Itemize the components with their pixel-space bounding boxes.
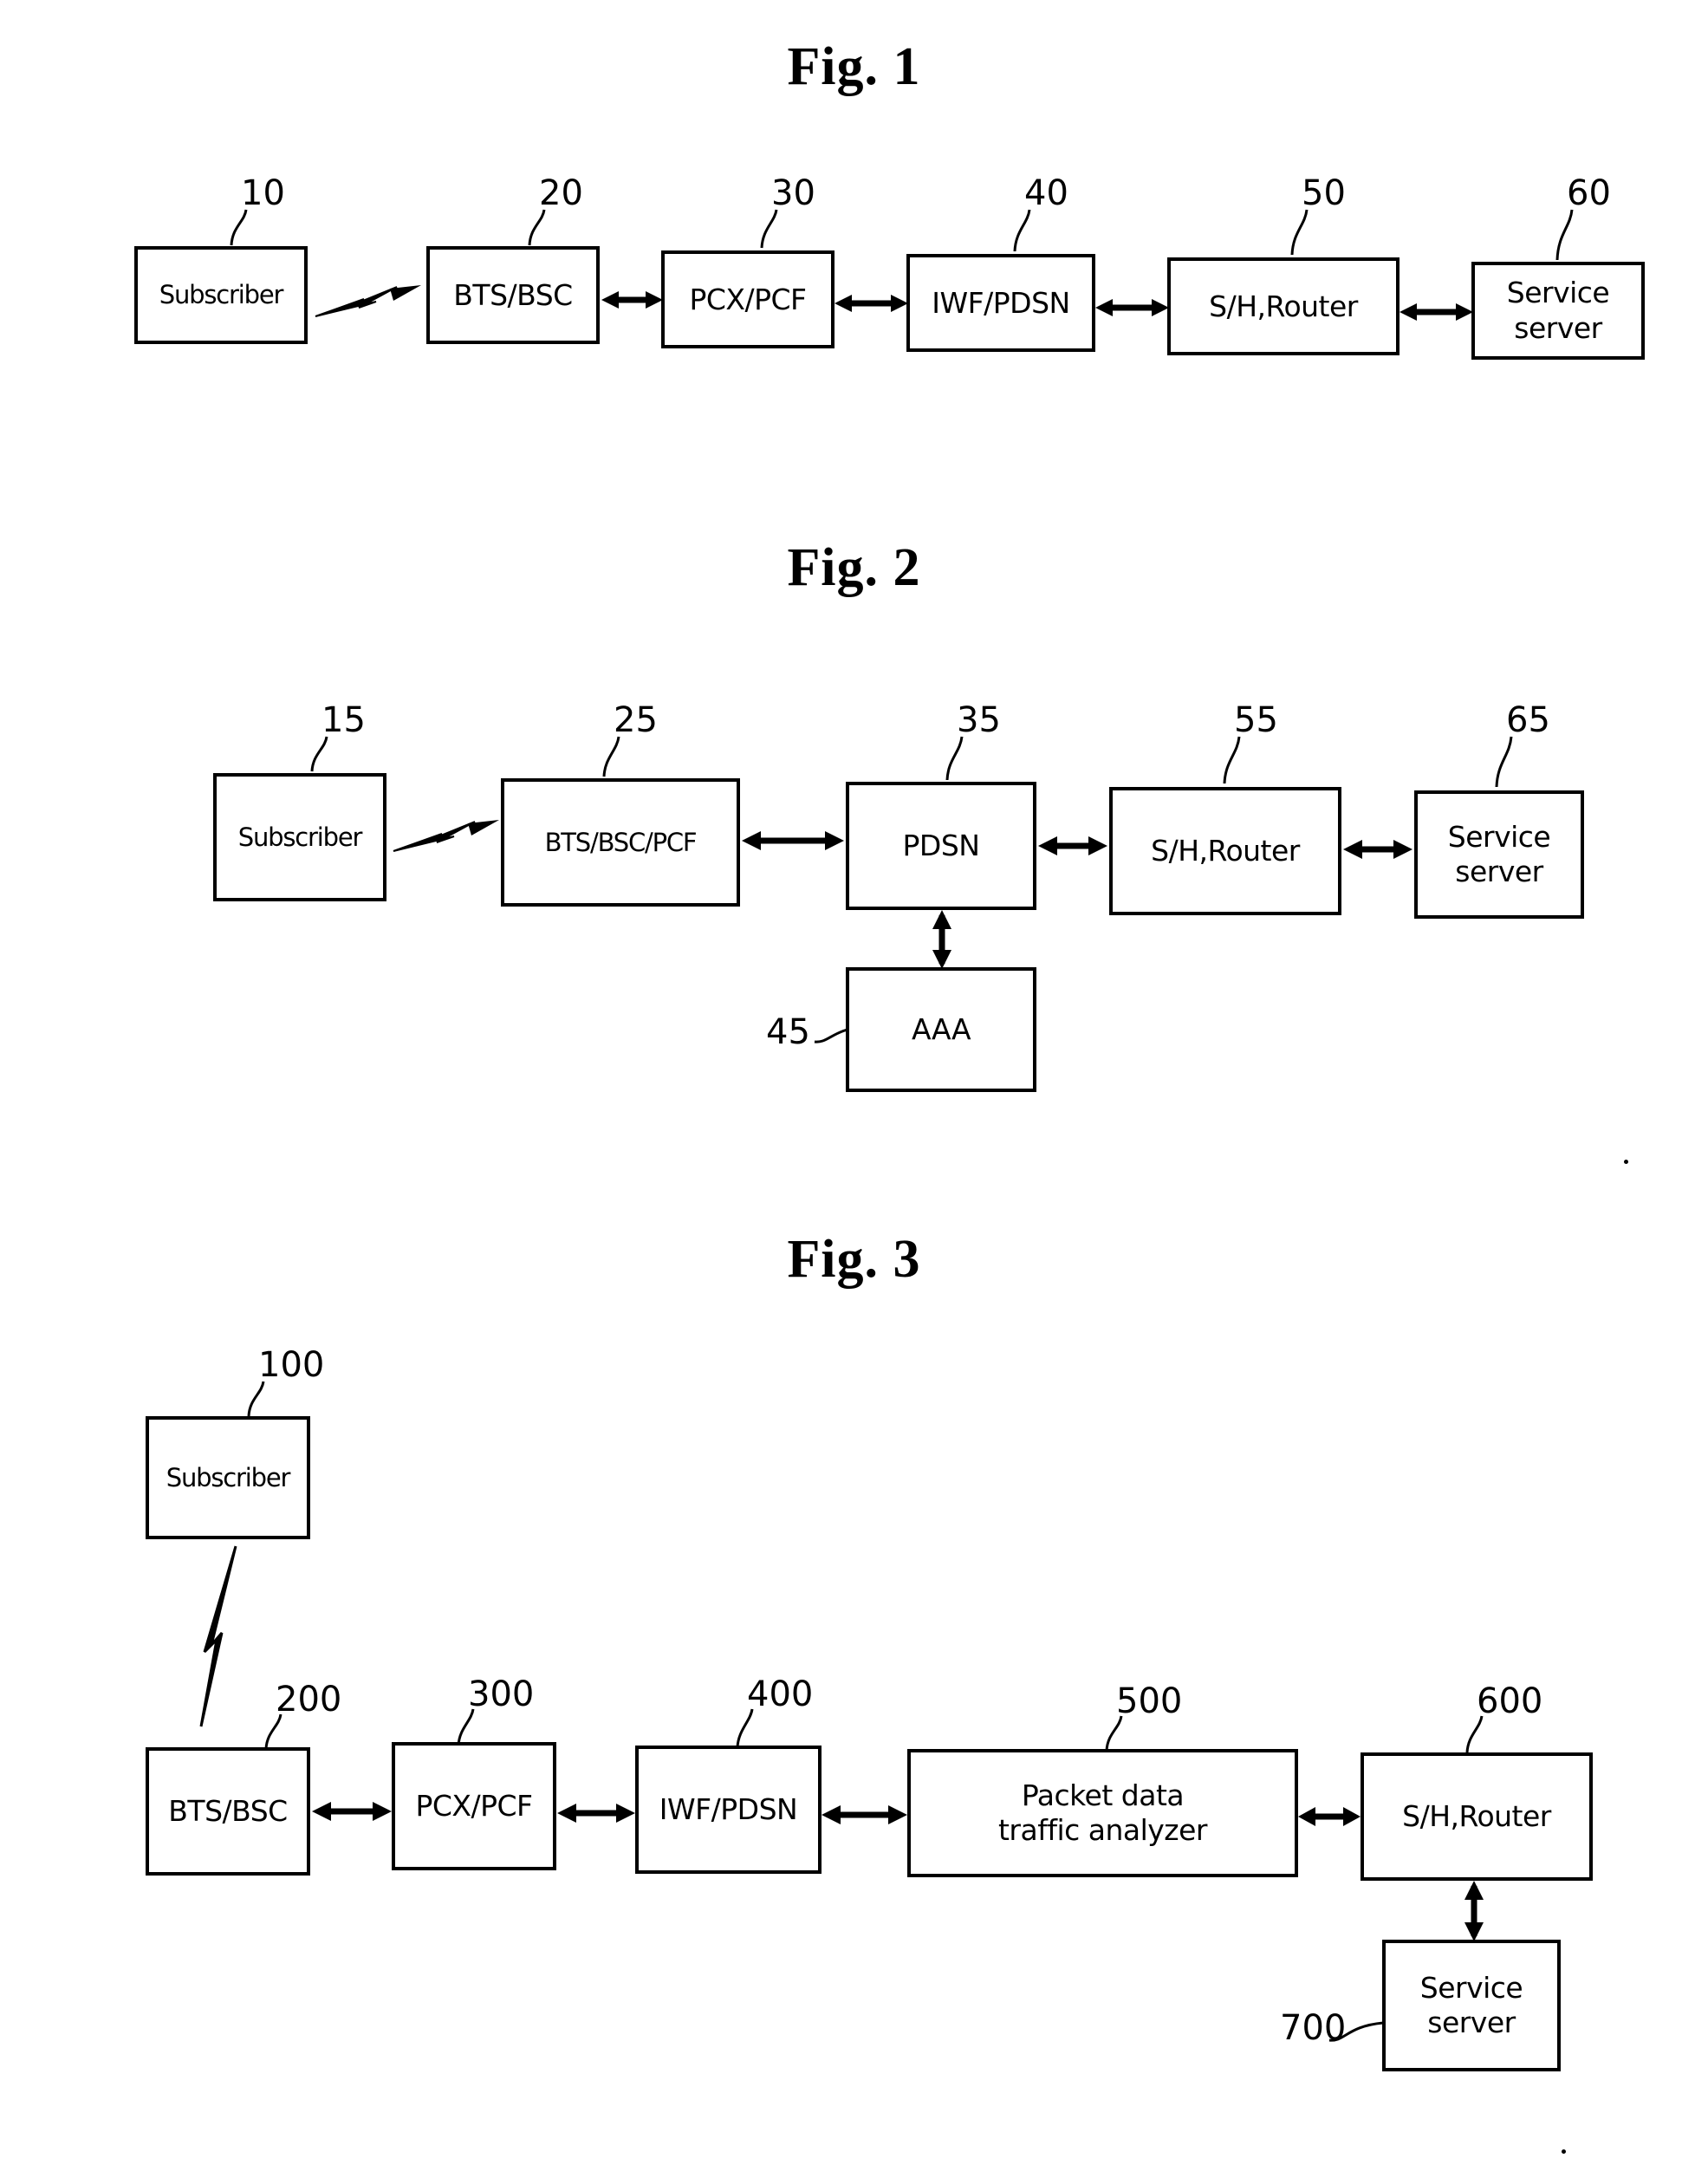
- fig1-node-subscriber-label: Subscriber: [159, 280, 284, 310]
- fig1-node-pcx-pcf[interactable]: PCX/PCF: [661, 250, 835, 348]
- fig2-link-25-35-arrow: [742, 831, 844, 850]
- fig2-node-subscriber-label: Subscriber: [237, 822, 363, 852]
- figure-2-title: Fig. 2: [787, 538, 921, 597]
- ref-numeral-55: 55: [1234, 700, 1278, 740]
- ref-numeral-60: 60: [1567, 173, 1611, 213]
- fig3-link-500-600-arrow: [1298, 1807, 1361, 1826]
- fig3-node-iwf-pdsn-label: IWF/PDSN: [659, 1792, 798, 1827]
- ref-numeral-65: 65: [1506, 700, 1550, 740]
- fig2-node-sh-router-label: S/H,Router: [1151, 834, 1300, 868]
- fig1-link-50-60-arrow: [1400, 303, 1473, 321]
- fig1-node-subscriber[interactable]: Subscriber: [134, 246, 308, 344]
- fig1-node-service-server-label: Service server: [1506, 276, 1610, 345]
- fig2-link-35-55-arrow: [1038, 836, 1107, 855]
- ref-numeral-10: 10: [241, 173, 285, 213]
- fig1-link-40-50-arrow: [1095, 299, 1169, 316]
- leader-line-15: [310, 736, 328, 772]
- leader-line-100: [247, 1381, 265, 1417]
- fig3-radio-link-lightning-icon: [199, 1545, 237, 1727]
- fig3-node-subscriber-label: Subscriber: [166, 1462, 291, 1492]
- figure-3-title: Fig. 3: [787, 1230, 921, 1289]
- scan-speckle: [1624, 1160, 1628, 1164]
- fig3-node-packet-data-traffic-analyzer-label: Packet data traffic analyzer: [997, 1778, 1208, 1847]
- leader-line-50: [1290, 209, 1309, 256]
- fig1-node-iwf-pdsn[interactable]: IWF/PDSN: [906, 254, 1095, 352]
- fig3-link-200-300-arrow: [312, 1802, 392, 1821]
- fig3-node-bts-bsc[interactable]: BTS/BSC: [146, 1747, 310, 1876]
- leader-line-10: [230, 209, 248, 246]
- fig2-node-aaa-label: AAA: [911, 1012, 971, 1047]
- ref-numeral-100: 100: [258, 1345, 325, 1385]
- fig1-node-bts-bsc-label: BTS/BSC: [453, 277, 573, 312]
- leader-line-40: [1013, 209, 1031, 252]
- ref-numeral-25: 25: [614, 700, 658, 740]
- fig1-node-bts-bsc[interactable]: BTS/BSC: [426, 246, 600, 344]
- ref-numeral-50: 50: [1302, 173, 1346, 213]
- fig2-node-subscriber[interactable]: Subscriber: [213, 773, 386, 901]
- fig3-node-bts-bsc-label: BTS/BSC: [168, 1794, 288, 1829]
- fig3-link-400-500-arrow: [822, 1805, 907, 1824]
- leader-line-25: [602, 736, 620, 777]
- fig3-node-service-server[interactable]: Service server: [1382, 1940, 1561, 2071]
- ref-numeral-40: 40: [1024, 173, 1068, 213]
- leader-line-20: [528, 209, 546, 246]
- ref-numeral-45: 45: [766, 1012, 810, 1052]
- ref-numeral-30: 30: [771, 173, 815, 213]
- fig2-link-55-65-arrow: [1343, 840, 1413, 859]
- leader-line-60: [1555, 209, 1574, 261]
- fig3-link-600-700-arrow: [1464, 1881, 1484, 1941]
- fig2-node-service-server-label: Service server: [1447, 819, 1551, 888]
- ref-numeral-300: 300: [468, 1674, 535, 1714]
- fig1-node-service-server[interactable]: Service server: [1471, 262, 1645, 360]
- fig2-node-aaa[interactable]: AAA: [846, 967, 1036, 1092]
- ref-numeral-600: 600: [1477, 1681, 1543, 1721]
- ref-numeral-35: 35: [957, 700, 1001, 740]
- fig3-node-pcx-pcf-label: PCX/PCF: [415, 1789, 533, 1824]
- patent-drawing-sheet: Fig. 1 10 20 30 40 50 60 Subscriber BTS/…: [0, 0, 1708, 2178]
- fig1-node-iwf-pdsn-label: IWF/PDSN: [932, 285, 1070, 320]
- fig1-node-pcx-pcf-label: PCX/PCF: [689, 282, 807, 316]
- fig1-radio-link-lightning-icon: [315, 285, 421, 317]
- fig3-node-iwf-pdsn[interactable]: IWF/PDSN: [635, 1746, 822, 1874]
- fig2-node-bts-bsc-pcf[interactable]: BTS/BSC/PCF: [501, 778, 740, 907]
- ref-numeral-500: 500: [1116, 1681, 1183, 1721]
- fig2-node-bts-bsc-pcf-label: BTS/BSC/PCF: [544, 827, 698, 857]
- fig3-node-subscriber[interactable]: Subscriber: [146, 1416, 310, 1539]
- fig3-node-service-server-label: Service server: [1419, 1970, 1523, 2039]
- leader-line-35: [945, 736, 964, 781]
- ref-numeral-700: 700: [1280, 2008, 1347, 2048]
- fig3-node-pcx-pcf[interactable]: PCX/PCF: [392, 1742, 556, 1870]
- fig2-node-service-server[interactable]: Service server: [1414, 790, 1584, 919]
- fig2-node-pdsn-label: PDSN: [902, 829, 980, 863]
- fig2-node-pdsn[interactable]: PDSN: [846, 782, 1036, 910]
- fig3-node-sh-router[interactable]: S/H,Router: [1361, 1752, 1593, 1881]
- fig2-radio-link-lightning-icon: [393, 820, 499, 852]
- fig1-node-sh-router[interactable]: S/H,Router: [1167, 257, 1400, 355]
- fig3-node-sh-router-label: S/H,Router: [1402, 1799, 1551, 1834]
- scan-speckle: [1562, 2149, 1566, 2154]
- ref-numeral-15: 15: [321, 700, 366, 740]
- fig1-node-sh-router-label: S/H,Router: [1209, 289, 1358, 323]
- fig2-link-35-45-arrow: [932, 910, 951, 969]
- fig3-node-packet-data-traffic-analyzer[interactable]: Packet data traffic analyzer: [907, 1749, 1298, 1877]
- leader-line-30: [760, 209, 778, 249]
- leader-line-55: [1223, 736, 1241, 784]
- fig1-link-30-40-arrow: [835, 295, 908, 312]
- ref-numeral-200: 200: [276, 1680, 342, 1720]
- fig1-link-20-30-arrow: [601, 291, 663, 309]
- ref-numeral-20: 20: [539, 173, 583, 213]
- ref-numeral-400: 400: [747, 1674, 814, 1714]
- leader-line-65: [1495, 736, 1513, 788]
- figure-1-title: Fig. 1: [787, 37, 921, 96]
- fig3-link-300-400-arrow: [557, 1804, 635, 1823]
- fig2-node-sh-router[interactable]: S/H,Router: [1109, 787, 1341, 915]
